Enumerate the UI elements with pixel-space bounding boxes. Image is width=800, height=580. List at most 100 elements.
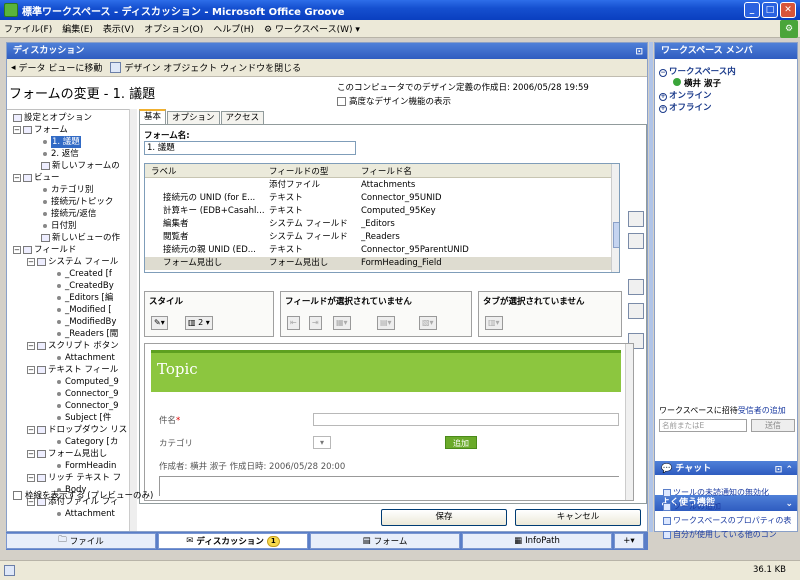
tree-item[interactable]: Attachment — [55, 352, 115, 364]
tree-item[interactable]: カテゴリ別 — [41, 184, 94, 196]
add-recipient-link[interactable]: 受信者の追加 — [738, 406, 786, 415]
tree-item[interactable]: 新しいフォームの — [41, 160, 120, 172]
tree-item[interactable]: Subject [件 — [55, 412, 111, 424]
tree-item[interactable]: − フォーム見出し — [27, 448, 107, 460]
preview-scrollbar[interactable] — [625, 344, 633, 500]
collapse-icon[interactable]: − — [13, 246, 21, 254]
layout-dropdown[interactable]: ▦▾ — [333, 316, 351, 330]
tab-access[interactable]: アクセス — [220, 111, 265, 124]
tree-item[interactable]: _Created [f — [55, 268, 112, 280]
show-border-checkbox[interactable]: 枠線を表示する (プレビューのみ) — [13, 489, 153, 501]
collapse-icon[interactable]: − — [27, 366, 35, 374]
back-to-data-view-button[interactable]: ◂ データ ビューに移動 — [11, 61, 102, 75]
tree-item[interactable]: FormHeadin — [55, 460, 116, 472]
tree-item[interactable]: 日付別 — [41, 220, 77, 232]
gear-icon[interactable]: ⚙ — [780, 20, 798, 38]
tree-item[interactable]: − ビュー — [13, 172, 60, 184]
close-design-window-button[interactable]: デザイン オブジェクト ウィンドウを閉じる — [110, 61, 301, 74]
close-button[interactable]: ✕ — [780, 2, 796, 18]
tree-item[interactable]: − ドロップダウン リス — [27, 424, 127, 436]
style-picker-button[interactable]: ✎▾ — [151, 316, 168, 330]
cancel-button[interactable]: キャンセル — [515, 509, 641, 526]
expand-icon[interactable]: + — [659, 105, 667, 113]
tree-scrollbar[interactable] — [129, 109, 137, 531]
tree-item[interactable]: _CreatedBy — [55, 280, 114, 292]
tab-options[interactable]: オプション — [167, 111, 220, 124]
category-add-button[interactable]: 追加 — [445, 436, 477, 449]
menu-view[interactable]: 表示(V) — [103, 22, 134, 35]
col-name[interactable]: フィールド名 — [361, 165, 412, 177]
field-properties-icon[interactable] — [628, 279, 644, 295]
save-button[interactable]: 保存 — [381, 509, 507, 526]
expand-icon[interactable]: + — [659, 93, 667, 101]
table-row[interactable]: 添付ファイル Attachments — [145, 179, 611, 192]
common-task-item[interactable]: 自分が使用している他のコン — [663, 529, 777, 540]
tree-item[interactable]: _Editors [編 — [55, 292, 113, 304]
maximize-button[interactable]: □ — [762, 2, 778, 18]
tree-item[interactable]: − リッチ テキスト フ — [27, 472, 121, 484]
body-editor[interactable] — [159, 476, 619, 496]
tab-forms[interactable]: ▤ フォーム — [310, 533, 460, 549]
tab-layout-dropdown[interactable]: ▥▾ — [485, 316, 503, 330]
collapse-icon[interactable]: − — [13, 126, 21, 134]
advanced-features-checkbox[interactable]: 高度なデザイン機能の表示 — [337, 95, 451, 107]
common-task-item[interactable]: ツールの追加 — [663, 501, 721, 512]
tree-item[interactable]: − システム フィール — [27, 256, 118, 268]
add-field-icon[interactable] — [628, 211, 644, 227]
tree-item[interactable]: − テキスト フィール — [27, 364, 118, 376]
add-tool-button[interactable]: +▾ — [614, 533, 644, 549]
tree-item[interactable]: 接続元/返信 — [41, 208, 96, 220]
align-dropdown[interactable]: ▤▾ — [377, 316, 395, 330]
collapse-icon[interactable]: − — [27, 258, 35, 266]
collapse-icon[interactable]: − — [659, 69, 667, 77]
common-task-item[interactable]: ワークスペースのプロパティの表 — [663, 515, 791, 526]
tree-item[interactable]: 2. 返信 — [41, 148, 79, 160]
tree-item[interactable]: 新しいビューの作 — [41, 232, 120, 244]
subject-input[interactable] — [313, 413, 619, 426]
table-row[interactable]: 編集者 システム フィールド _Editors — [145, 218, 611, 231]
tree-item[interactable]: _ModifiedBy — [55, 316, 116, 328]
tree-item[interactable]: _Modified [ — [55, 304, 112, 316]
menu-edit[interactable]: 編集(E) — [62, 22, 93, 35]
tree-item[interactable]: _Readers [閲 — [55, 328, 118, 340]
splitter[interactable] — [649, 42, 653, 532]
online-group[interactable]: + オンライン — [659, 89, 712, 101]
table-row[interactable]: 閲覧者 システム フィールド _Readers — [145, 231, 611, 244]
col-label[interactable]: ラベル — [151, 165, 177, 177]
tree-item[interactable]: Attachment — [55, 508, 115, 520]
collapse-icon[interactable]: − — [27, 426, 35, 434]
in-workspace-group[interactable]: − ワークスペース内 — [659, 65, 736, 77]
invite-input[interactable]: 名前またはE — [659, 419, 747, 432]
tree-item[interactable]: Connector_9 — [55, 400, 119, 412]
tree-item[interactable]: − フォーム — [13, 124, 68, 136]
pin-icon[interactable]: ⊡ ⌃ — [775, 462, 793, 478]
menu-options[interactable]: オプション(O) — [144, 22, 203, 35]
checkbox-box[interactable] — [337, 96, 346, 106]
tab-basic[interactable]: 基本 — [139, 109, 167, 124]
tree-item[interactable]: 設定とオプション — [13, 112, 92, 124]
style-number-dropdown[interactable]: ▥ 2 ▾ — [185, 316, 213, 330]
tree-item[interactable]: Category [カ — [55, 436, 118, 448]
tree-item[interactable]: 接続元/トピック — [41, 196, 113, 208]
table-scrollbar[interactable] — [611, 164, 619, 272]
collapse-icon[interactable]: − — [13, 174, 21, 182]
move-right-icon[interactable]: ⇥ — [309, 316, 322, 330]
scroll-thumb[interactable] — [613, 222, 619, 248]
menu-file[interactable]: ファイル(F) — [4, 22, 52, 35]
table-row[interactable]: 接続元の親 UNID (ED... テキスト Connector_95ParentU… — [145, 244, 611, 257]
menu-workspace[interactable]: ⚙ ワークスペース(W) ▾ — [264, 22, 360, 35]
tree-item[interactable]: Connector_9 — [55, 388, 119, 400]
table-row-selected[interactable]: フォーム見出し フォーム見出し FormHeading_Field — [145, 257, 611, 270]
tab-discussion[interactable]: ✉ ディスカッション 1 — [158, 533, 308, 549]
common-task-item[interactable]: ツールの未読通知の無効化 — [663, 487, 769, 498]
member-item[interactable]: 横井 淑子 — [673, 77, 721, 89]
minimize-button[interactable]: _ — [744, 2, 760, 18]
tree-item[interactable]: − スクリプト ボタン — [27, 340, 119, 352]
category-select[interactable]: ▾ — [313, 436, 331, 449]
tree-item[interactable]: − フィールド — [13, 244, 76, 256]
collapse-icon[interactable]: ⌄ — [785, 496, 793, 512]
move-left-icon[interactable]: ⇤ — [287, 316, 300, 330]
collapse-icon[interactable]: − — [27, 450, 35, 458]
col-type[interactable]: フィールドの型 — [269, 165, 328, 177]
table-row[interactable]: 計算キー (EDB+Casahl... テキスト Computed_95Key — [145, 205, 611, 218]
